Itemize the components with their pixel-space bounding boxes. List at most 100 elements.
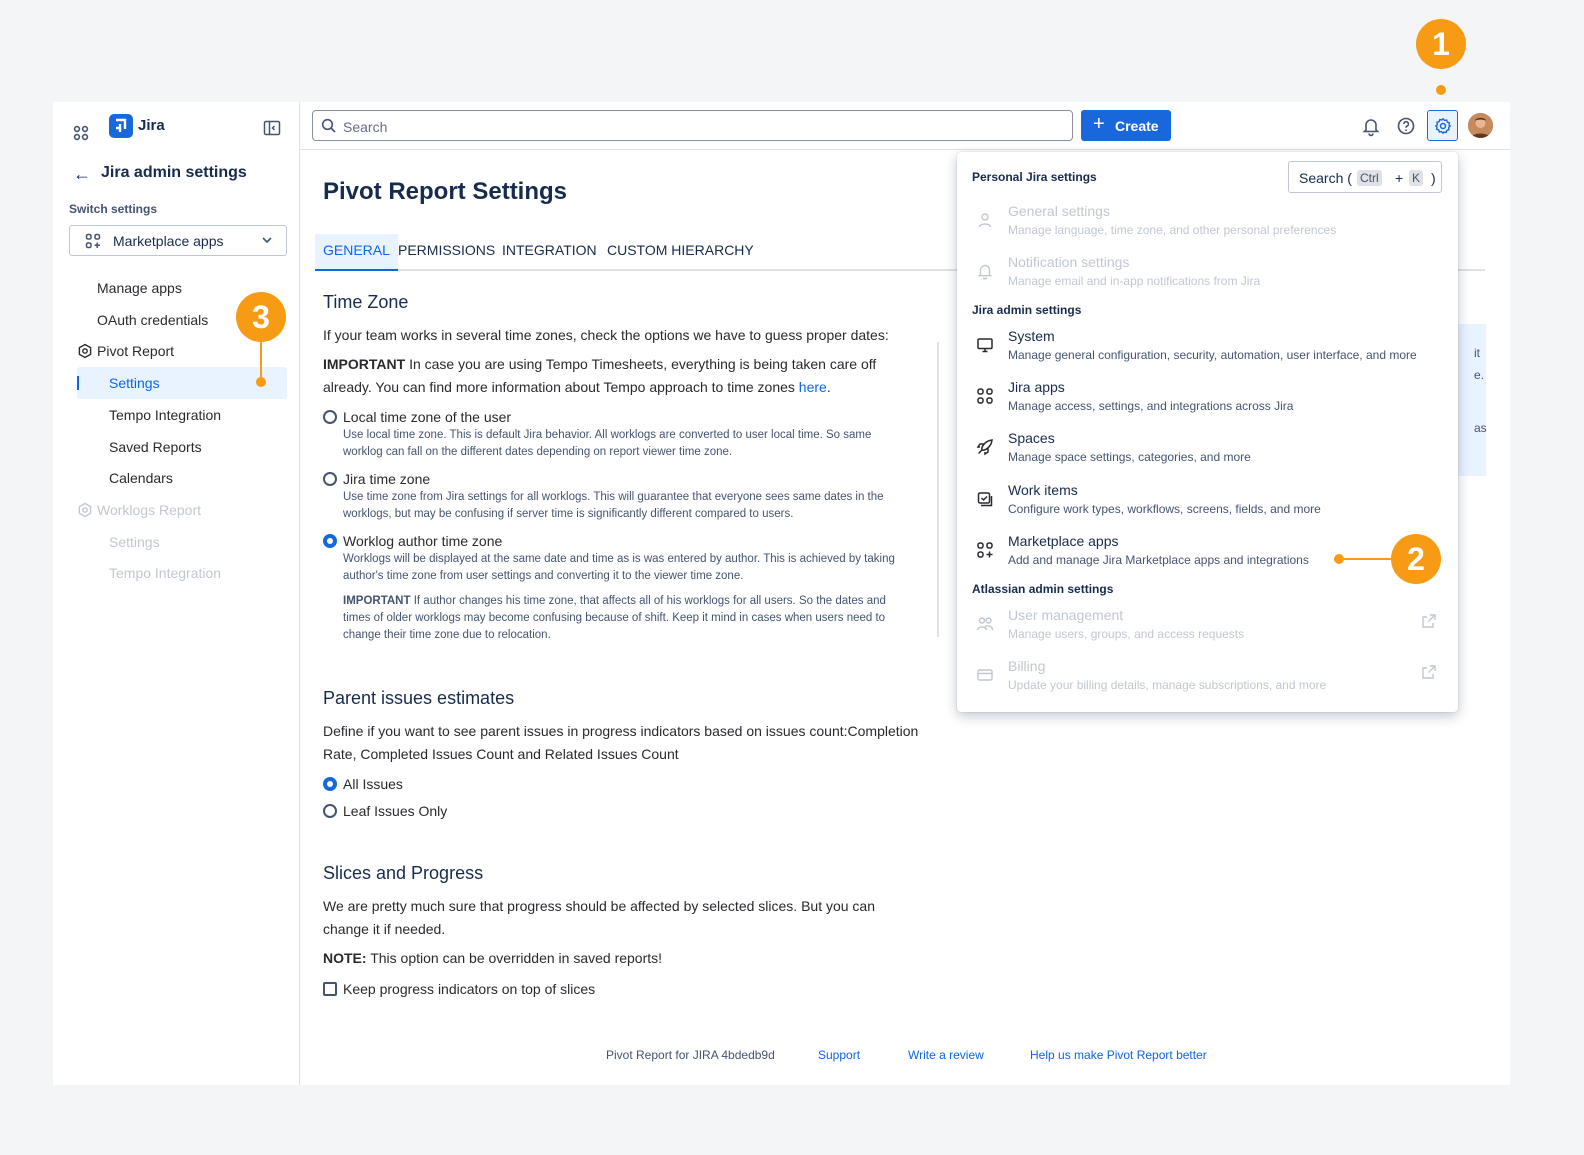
note-label: NOTE:	[323, 950, 367, 966]
radio-label: Worklog author time zone	[343, 533, 503, 549]
footer-version: Pivot Report for JIRA 4bdedb9d	[606, 1048, 775, 1062]
tab-general[interactable]: GENERAL	[315, 234, 398, 271]
sidebar-item-label: Tempo Integration	[109, 407, 222, 423]
menu-item-notification-settings[interactable]: Notification settings Manage email and i…	[957, 254, 1458, 304]
sidebar-item-label: Tempo Integration	[109, 565, 222, 581]
parent-description: Define if you want to see parent issues …	[323, 723, 919, 762]
collapse-sidebar-icon[interactable]	[263, 119, 281, 137]
top-navigation: Search + Create	[300, 102, 1510, 150]
slices-description: We are pretty much sure that progress sh…	[323, 898, 876, 937]
sidebar-item-tempo-integration[interactable]: Tempo Integration	[77, 399, 287, 431]
menu-item-title: General settings	[1008, 203, 1110, 219]
search-icon	[321, 118, 336, 133]
menu-item-user-management[interactable]: User management Manage users, groups, an…	[957, 607, 1458, 657]
switch-settings-select[interactable]: Marketplace apps	[69, 225, 287, 256]
menu-item-billing[interactable]: Billing Update your billing details, man…	[957, 658, 1458, 708]
marketplace-icon	[85, 233, 101, 249]
info-panel-text: as	[1474, 421, 1487, 435]
settings-button[interactable]	[1427, 110, 1458, 141]
tab-permissions[interactable]: PERMISSIONS	[390, 234, 503, 269]
radio-label: Jira time zone	[343, 471, 431, 487]
ctrl-key: Ctrl	[1357, 170, 1382, 186]
menu-item-title: Jira apps	[1008, 379, 1065, 395]
sidebar-item-label: Settings	[109, 375, 160, 391]
local-timezone-description: Use local time zone. This is default Jir…	[343, 429, 872, 458]
search-input[interactable]: Search	[312, 110, 1073, 141]
radio-label: All Issues	[343, 776, 403, 792]
external-link-icon	[1422, 665, 1436, 679]
page-title: Pivot Report Settings	[323, 178, 568, 205]
bell-icon	[977, 264, 993, 280]
radio-button[interactable]	[323, 410, 337, 424]
product-name[interactable]: Jira	[138, 117, 165, 134]
radio-button-selected[interactable]	[323, 534, 337, 548]
sidebar-item-saved-reports[interactable]: Saved Reports	[77, 431, 287, 463]
external-link-icon	[1422, 614, 1436, 628]
menu-item-general-settings[interactable]: General settings Manage language, time z…	[957, 203, 1458, 253]
tab-custom-hierarchy[interactable]: CUSTOM HIERARCHY	[599, 234, 762, 269]
monitor-icon	[977, 338, 993, 353]
timezone-intro: If your team works in several time zones…	[323, 327, 889, 343]
checkbox[interactable]	[323, 982, 337, 996]
section-divider	[937, 342, 939, 637]
radio-button[interactable]	[323, 804, 337, 818]
menu-item-title: Work items	[1008, 482, 1078, 498]
sidebar-item-worklogs-settings[interactable]: Settings	[77, 526, 287, 558]
callout-2-line	[1340, 558, 1392, 560]
app-switcher-icon[interactable]	[71, 123, 91, 143]
sidebar-item-label: Pivot Report	[97, 343, 175, 359]
marketplace-icon	[977, 542, 993, 558]
settings-search-button[interactable]: Search ( Ctrl + K )	[1288, 161, 1442, 193]
menu-item-spaces[interactable]: Spaces Manage space settings, categories…	[957, 430, 1458, 480]
checkbox-label: Keep progress indicators on top of slice…	[343, 981, 596, 997]
menu-item-system[interactable]: System Manage general configuration, sec…	[957, 328, 1458, 378]
menu-item-title: Billing	[1008, 658, 1046, 674]
menu-item-title: Spaces	[1008, 430, 1055, 446]
callout-1: 1	[1416, 19, 1466, 69]
sidebar-item-worklogs-report[interactable]: Worklogs Report	[77, 494, 287, 526]
sidebar-item-label: Saved Reports	[109, 439, 202, 455]
user-avatar[interactable]	[1468, 113, 1493, 138]
sidebar-item-label: Worklogs Report	[97, 502, 202, 518]
here-link[interactable]: here	[799, 379, 827, 395]
radio-label: Leaf Issues Only	[343, 803, 448, 819]
footer-help-link[interactable]: Help us make Pivot Report better	[1030, 1048, 1207, 1062]
radio-button-selected[interactable]	[323, 777, 337, 791]
sidebar-item-worklogs-tempo-integration[interactable]: Tempo Integration	[77, 557, 287, 589]
sidebar-header: Jira	[53, 114, 300, 150]
sidebar-item-label: Calendars	[109, 470, 173, 486]
hexagon-gear-icon	[78, 343, 92, 359]
sidebar-item-label: Manage apps	[97, 280, 182, 296]
note-label: IMPORTANT	[343, 595, 411, 607]
footer-review-link[interactable]: Write a review	[908, 1048, 984, 1062]
jira-timezone-description: Use time zone from Jira settings for all…	[343, 491, 884, 520]
jira-logo-icon[interactable]	[109, 114, 133, 138]
settings-dropdown-menu: Personal Jira settings Search ( Ctrl + K…	[957, 152, 1458, 712]
tab-integration[interactable]: INTEGRATION	[494, 234, 605, 269]
people-icon	[976, 617, 994, 631]
notifications-bell-icon[interactable]	[1360, 115, 1382, 137]
admin-settings-title: Jira admin settings	[101, 164, 247, 181]
create-button[interactable]: + Create	[1081, 110, 1171, 141]
menu-item-description: Add and manage Jira Marketplace apps and…	[1008, 553, 1309, 567]
menu-item-jira-apps[interactable]: Jira apps Manage access, settings, and i…	[957, 379, 1458, 429]
menu-item-description: Update your billing details, manage subs…	[1008, 678, 1327, 692]
callout-2-pointer	[1334, 554, 1344, 564]
plus-sign: +	[1395, 170, 1404, 186]
close-paren: )	[1431, 170, 1436, 186]
radio-button[interactable]	[323, 472, 337, 486]
callout-2: 2	[1391, 534, 1441, 584]
menu-item-work-items[interactable]: Work items Configure work types, workflo…	[957, 482, 1458, 532]
footer-support-link[interactable]: Support	[818, 1048, 860, 1062]
menu-item-description: Manage language, time zone, and other pe…	[1008, 223, 1337, 237]
sidebar-item-calendars[interactable]: Calendars	[77, 462, 287, 494]
menu-item-title: System	[1008, 328, 1055, 344]
info-panel-text: e.	[1474, 368, 1485, 382]
help-icon[interactable]	[1395, 115, 1417, 137]
sidebar-item-label: OAuth credentials	[97, 312, 209, 328]
callout-1-pointer	[1436, 85, 1446, 95]
menu-item-description: Configure work types, workflows, screens…	[1008, 502, 1321, 516]
author-timezone-important-note: IMPORTANT If author changes his time zon…	[343, 593, 913, 644]
author-timezone-description: Worklogs will be displayed at the same d…	[343, 553, 895, 582]
gear-icon	[1434, 117, 1452, 135]
